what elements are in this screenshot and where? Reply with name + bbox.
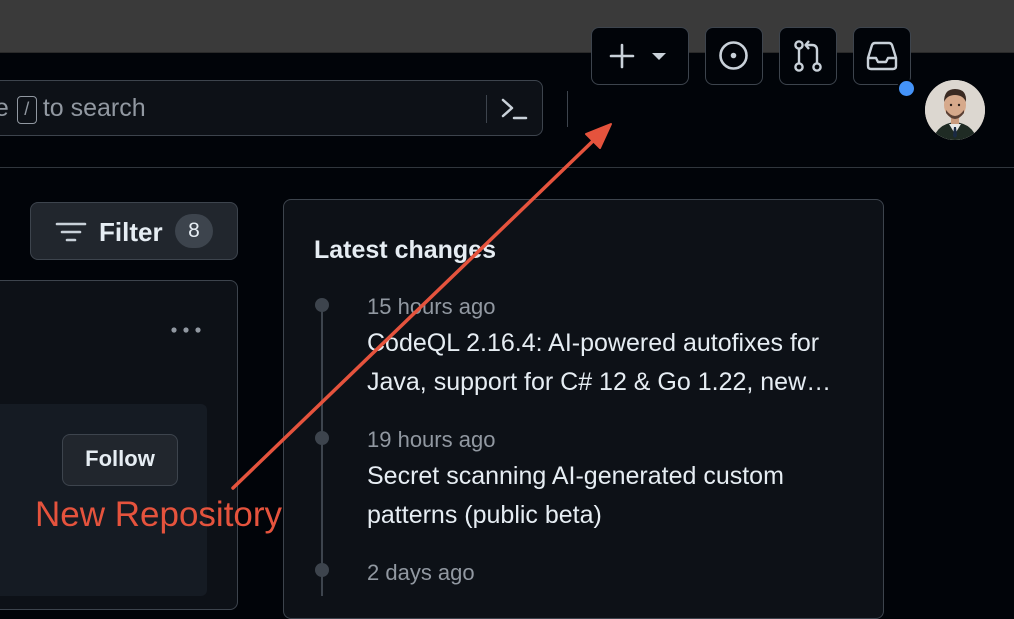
git-pull-request-icon [794, 40, 822, 72]
terminal-icon[interactable] [500, 95, 528, 123]
user-photo [925, 80, 985, 140]
change-link[interactable]: CodeQL 2.16.4: AI-powered autofixes for … [367, 324, 857, 402]
latest-changes-title: Latest changes [314, 236, 497, 264]
header-divider [567, 91, 568, 127]
search-placeholder-prefix: pe [0, 94, 9, 122]
filter-icon [55, 222, 87, 242]
timeline-dot [315, 298, 329, 312]
filter-button[interactable]: Filter 8 [30, 202, 238, 260]
change-time: 2 days ago [367, 560, 475, 585]
search-placeholder: pe/to search [0, 94, 146, 124]
avatar[interactable] [925, 80, 985, 140]
annotation-label: New Repository [35, 495, 283, 534]
create-new-button[interactable] [591, 27, 689, 85]
search-input[interactable]: pe/to search [0, 80, 543, 136]
change-time: 15 hours ago [367, 294, 496, 319]
change-link[interactable]: Secret scanning AI-generated custom patt… [367, 457, 857, 535]
inbox-icon [866, 41, 898, 71]
pull-requests-button[interactable] [779, 27, 837, 85]
inbox-button[interactable] [853, 27, 911, 85]
timeline-dot [315, 431, 329, 445]
timeline-line [321, 305, 323, 596]
kebab-horizontal-icon[interactable] [170, 323, 204, 337]
follow-button[interactable]: Follow [62, 434, 178, 486]
issue-opened-icon [719, 41, 748, 70]
issues-button[interactable] [705, 27, 763, 85]
slash-key-hint: / [16, 96, 37, 124]
filter-label: Filter [99, 217, 163, 247]
timeline-dot [315, 563, 329, 577]
search-placeholder-suffix: to search [42, 94, 146, 122]
triangle-down-icon [652, 53, 666, 60]
search-divider [486, 95, 487, 123]
change-time: 19 hours ago [367, 427, 496, 452]
filter-count-badge: 8 [175, 214, 213, 248]
notification-dot [897, 79, 916, 98]
